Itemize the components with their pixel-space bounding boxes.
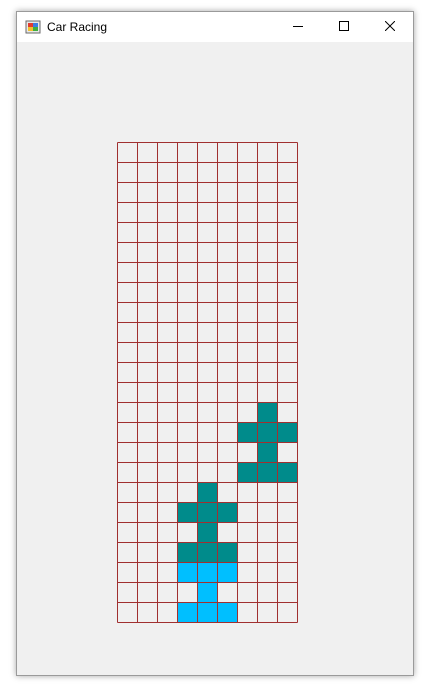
close-button[interactable] [367, 12, 413, 42]
car-cell [257, 442, 278, 463]
window-title: Car Racing [47, 20, 108, 34]
car-cell [217, 502, 238, 523]
car-cell [177, 562, 198, 583]
car-cell [197, 482, 218, 503]
car-cell [217, 602, 238, 623]
minimize-button[interactable] [275, 12, 321, 42]
car-cell [257, 402, 278, 423]
minimize-icon [293, 18, 303, 36]
car-cell [237, 462, 258, 483]
maximize-icon [339, 18, 349, 36]
car-cell [177, 502, 198, 523]
car-cell [217, 542, 238, 563]
car-cell [177, 542, 198, 563]
car-cell [197, 502, 218, 523]
car-cell [197, 522, 218, 543]
title-bar[interactable]: Car Racing [17, 12, 413, 42]
race-track-grid [117, 142, 298, 623]
game-window: Car Racing [16, 11, 414, 676]
car-cell [217, 562, 238, 583]
car-cell [197, 582, 218, 603]
car-cell [197, 562, 218, 583]
car-cell [197, 542, 218, 563]
car-cell [177, 602, 198, 623]
car-cell [277, 422, 298, 443]
car-cell [197, 602, 218, 623]
maximize-button[interactable] [321, 12, 367, 42]
car-cell [257, 462, 278, 483]
car-cell [237, 422, 258, 443]
winforms-app-icon [25, 19, 41, 35]
race-track-svg [117, 142, 298, 623]
car-cell [277, 462, 298, 483]
car-cell [257, 422, 278, 443]
close-icon [384, 18, 396, 36]
player-car [177, 562, 238, 623]
